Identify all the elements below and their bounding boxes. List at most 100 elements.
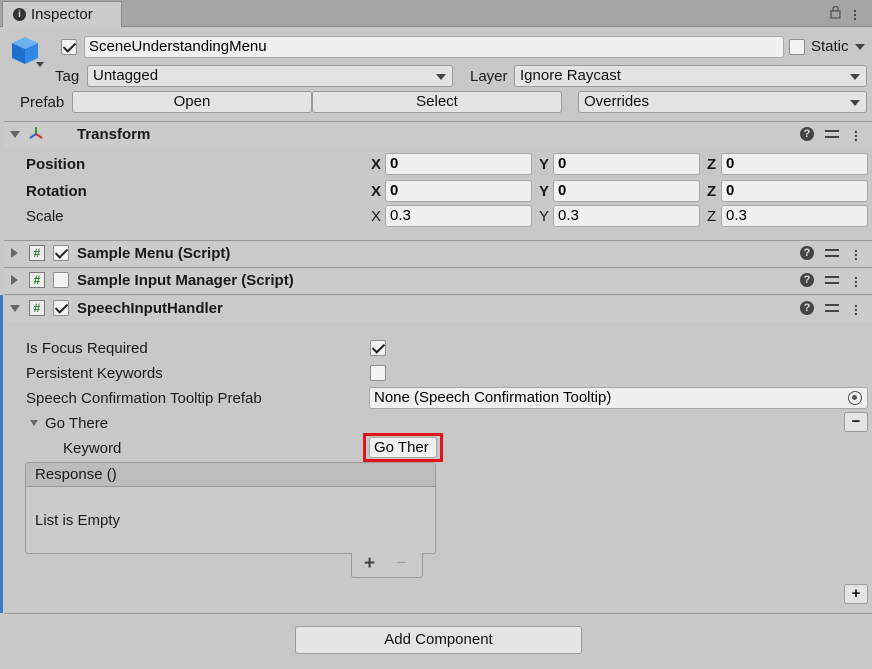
foldout-arrow-icon[interactable] bbox=[11, 248, 18, 258]
layer-dropdown[interactable]: Ignore Raycast bbox=[514, 65, 867, 87]
tooltip-prefab-field[interactable]: None (Speech Confirmation Tooltip) bbox=[369, 387, 868, 409]
scale-z-value: 0.3 bbox=[726, 207, 747, 224]
tag-value: Untagged bbox=[93, 67, 159, 84]
axis-x-label: X bbox=[371, 208, 382, 225]
transform-icon bbox=[28, 126, 44, 142]
axis-y-label: Y bbox=[539, 183, 550, 200]
lock-icon[interactable] bbox=[830, 5, 841, 19]
foldout-arrow-icon[interactable] bbox=[11, 275, 18, 285]
help-icon[interactable]: ? bbox=[800, 273, 814, 287]
foldout-arrow-icon[interactable] bbox=[30, 420, 38, 426]
object-name-text: SceneUnderstandingMenu bbox=[89, 38, 267, 55]
tooltip-prefab-label: Speech Confirmation Tooltip Prefab bbox=[26, 390, 262, 407]
help-icon[interactable]: ? bbox=[800, 301, 814, 315]
scale-z-field[interactable]: 0.3 bbox=[721, 205, 868, 227]
script-icon: # bbox=[29, 272, 45, 288]
scale-x-value: 0.3 bbox=[390, 207, 411, 224]
script-icon: # bbox=[29, 245, 45, 261]
transform-title: Transform bbox=[77, 126, 151, 143]
go-there-entry-label[interactable]: Go There bbox=[45, 415, 108, 432]
chevron-down-icon bbox=[850, 74, 860, 80]
object-name-field[interactable]: SceneUnderstandingMenu bbox=[84, 36, 784, 58]
keyword-value: Go Ther bbox=[374, 439, 429, 456]
tab-inspector[interactable]: i Inspector bbox=[2, 1, 122, 27]
position-x-field[interactable]: 0 bbox=[385, 153, 532, 175]
rotation-x-field[interactable]: 0 bbox=[385, 180, 532, 202]
prefab-label: Prefab bbox=[20, 94, 65, 111]
axis-z-label: Z bbox=[707, 156, 717, 173]
component-menu-icon[interactable]: ... bbox=[854, 121, 858, 143]
axis-y-label: Y bbox=[539, 208, 550, 225]
keyword-field[interactable]: Go Ther bbox=[369, 437, 437, 458]
tab-menu-icon[interactable]: ... bbox=[853, 0, 857, 22]
is-focus-required-toggle[interactable] bbox=[370, 340, 386, 356]
footer-separator bbox=[4, 613, 872, 614]
gameobject-cube-icon[interactable] bbox=[10, 35, 40, 65]
script-plus-icon: # bbox=[29, 300, 45, 316]
scale-x-field[interactable]: 0.3 bbox=[385, 205, 532, 227]
tag-dropdown[interactable]: Untagged bbox=[87, 65, 453, 87]
overrides-value: Overrides bbox=[584, 93, 650, 110]
component-menu-icon[interactable]: ... bbox=[854, 240, 858, 262]
persistent-keywords-toggle[interactable] bbox=[370, 365, 386, 381]
position-y-value: 0 bbox=[558, 155, 567, 172]
remove-listener-button[interactable]: − bbox=[396, 553, 406, 573]
prefab-overrides-dropdown[interactable]: Overrides bbox=[578, 91, 867, 113]
static-toggle[interactable] bbox=[789, 39, 805, 55]
rotation-z-value: 0 bbox=[726, 182, 735, 199]
add-listener-button[interactable]: + bbox=[364, 553, 375, 575]
persistent-keywords-label: Persistent Keywords bbox=[26, 365, 163, 382]
foldout-arrow-icon[interactable] bbox=[10, 305, 20, 312]
axis-z-label: Z bbox=[707, 208, 717, 225]
remove-keyword-button[interactable]: − bbox=[844, 412, 868, 432]
static-dropdown-icon[interactable] bbox=[855, 44, 865, 50]
help-icon[interactable]: ? bbox=[800, 246, 814, 260]
rotation-x-value: 0 bbox=[390, 182, 399, 199]
component-menu-icon[interactable]: ... bbox=[854, 267, 858, 289]
component-menu-icon[interactable]: ... bbox=[854, 295, 858, 317]
rotation-y-field[interactable]: 0 bbox=[553, 180, 700, 202]
keyword-label: Keyword bbox=[63, 440, 122, 457]
is-focus-required-label: Is Focus Required bbox=[26, 340, 148, 357]
scale-y-value: 0.3 bbox=[558, 207, 579, 224]
sample-input-manager-enabled-toggle[interactable] bbox=[53, 272, 69, 288]
speech-handler-enabled-toggle[interactable] bbox=[53, 300, 69, 316]
rotation-z-field[interactable]: 0 bbox=[721, 180, 868, 202]
sample-input-manager-title: Sample Input Manager (Script) bbox=[77, 272, 294, 289]
help-icon[interactable]: ? bbox=[800, 127, 814, 141]
layer-value: Ignore Raycast bbox=[520, 67, 621, 84]
list-empty-text: List is Empty bbox=[35, 512, 121, 529]
settings-sliders-icon[interactable] bbox=[825, 274, 839, 286]
tab-title: Inspector bbox=[31, 6, 93, 23]
info-icon: i bbox=[13, 8, 26, 21]
tag-label: Tag bbox=[55, 68, 80, 85]
position-y-field[interactable]: 0 bbox=[553, 153, 700, 175]
tab-bar bbox=[0, 0, 872, 27]
object-picker-icon[interactable] bbox=[848, 391, 862, 405]
scale-y-field[interactable]: 0.3 bbox=[553, 205, 700, 227]
prefab-open-button[interactable]: Open bbox=[72, 91, 312, 113]
position-z-field[interactable]: 0 bbox=[721, 153, 868, 175]
axis-x-label: X bbox=[371, 183, 382, 200]
sample-menu-enabled-toggle[interactable] bbox=[53, 245, 69, 261]
axis-z-label: Z bbox=[707, 183, 717, 200]
rotation-label: Rotation bbox=[26, 183, 87, 200]
chevron-down-icon[interactable] bbox=[36, 62, 44, 67]
tooltip-prefab-value: None (Speech Confirmation Tooltip) bbox=[374, 389, 612, 406]
scale-label: Scale bbox=[26, 208, 64, 225]
settings-sliders-icon[interactable] bbox=[825, 302, 839, 314]
foldout-arrow-icon[interactable] bbox=[10, 131, 20, 138]
settings-sliders-icon[interactable] bbox=[825, 128, 839, 140]
panel-accent bbox=[0, 295, 3, 613]
static-label: Static bbox=[811, 38, 849, 55]
active-toggle[interactable] bbox=[61, 39, 77, 55]
axis-y-label: Y bbox=[539, 156, 550, 173]
speech-handler-title: SpeechInputHandler bbox=[77, 300, 223, 317]
settings-sliders-icon[interactable] bbox=[825, 247, 839, 259]
position-label: Position bbox=[26, 156, 86, 173]
position-z-value: 0 bbox=[726, 155, 735, 172]
prefab-select-button[interactable]: Select bbox=[312, 91, 562, 113]
add-keyword-button[interactable]: + bbox=[844, 584, 868, 604]
add-component-button[interactable]: Add Component bbox=[295, 626, 582, 654]
list-buttons-footer bbox=[351, 553, 423, 578]
